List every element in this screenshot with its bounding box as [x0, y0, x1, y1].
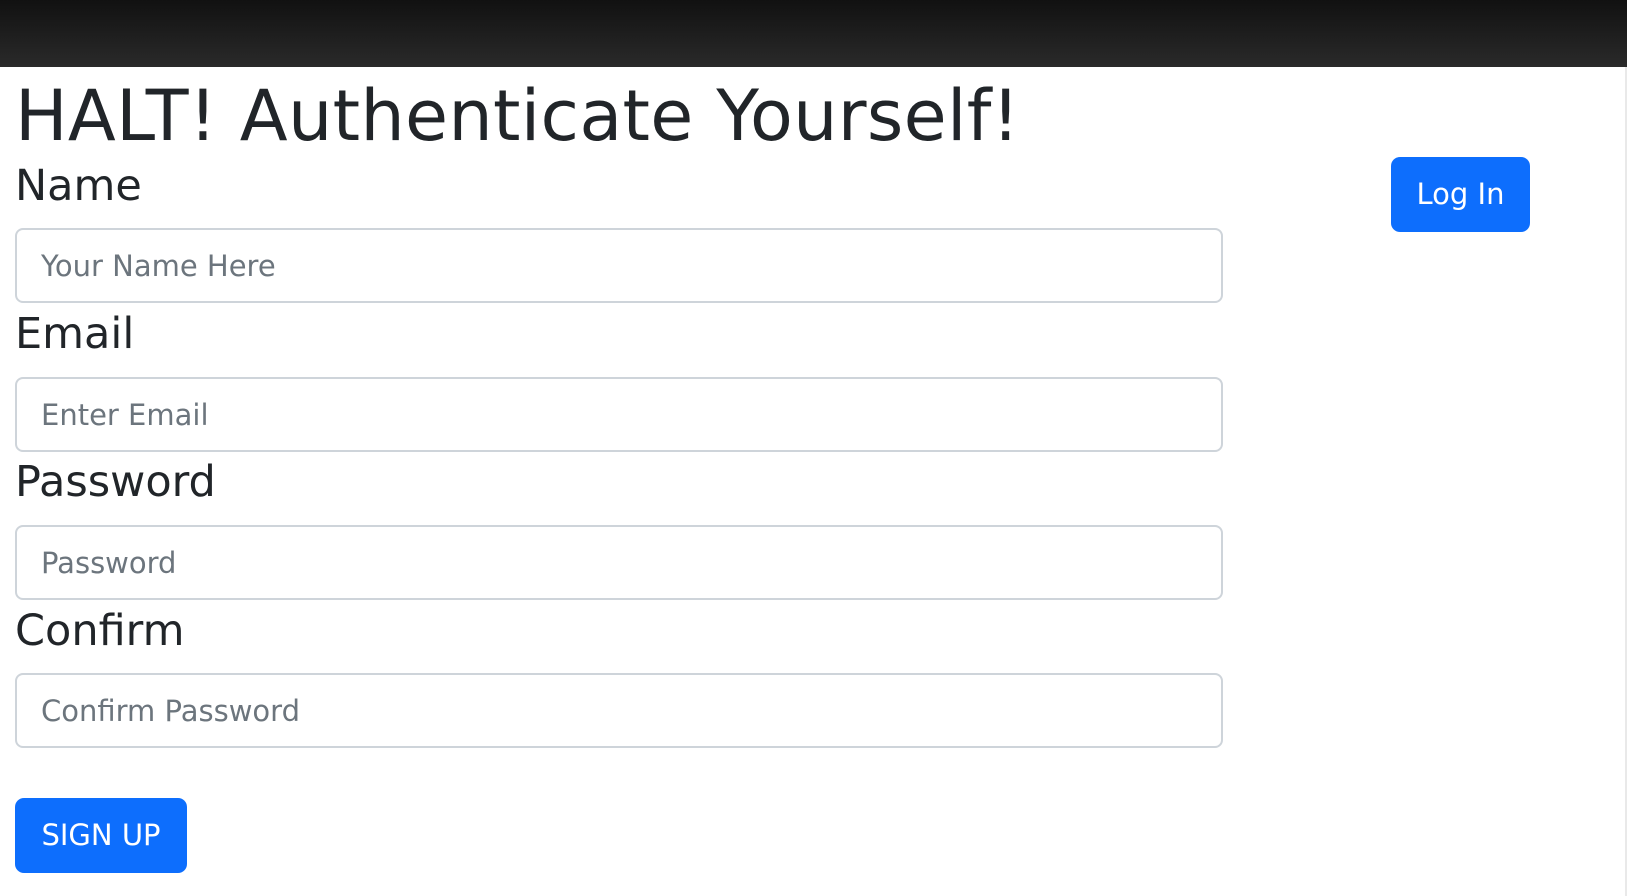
- confirm-label: Confirm: [15, 606, 185, 656]
- page: HALT! Authenticate Yourself! Log In Name…: [0, 0, 1627, 896]
- log-in-button[interactable]: Log In: [1391, 157, 1530, 232]
- name-input[interactable]: [15, 228, 1223, 303]
- name-label: Name: [15, 161, 142, 211]
- confirm-password-input[interactable]: [15, 673, 1223, 748]
- password-input[interactable]: [15, 525, 1223, 600]
- email-input[interactable]: [15, 377, 1223, 452]
- sign-up-button[interactable]: SIGN UP: [15, 798, 187, 873]
- page-title: HALT! Authenticate Yourself!: [15, 75, 1021, 157]
- email-label: Email: [15, 309, 135, 359]
- password-label: Password: [15, 457, 216, 507]
- top-navbar: [0, 0, 1627, 67]
